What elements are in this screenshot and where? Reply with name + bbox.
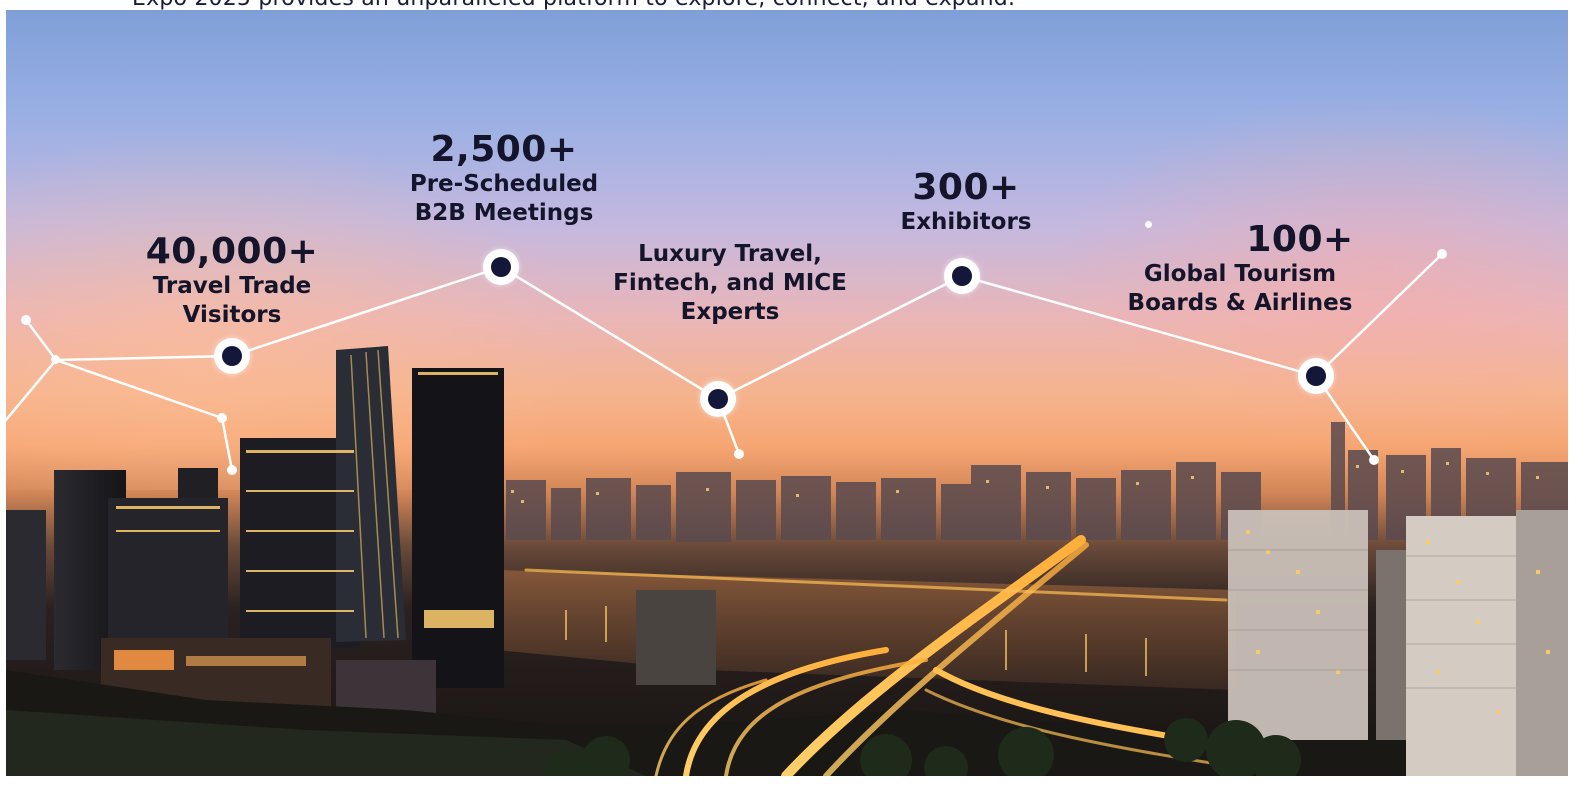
stat-label-line: Pre-Scheduled: [409, 171, 599, 197]
stat-number: 100+: [1246, 219, 1354, 260]
connector-endpoint-dot: [217, 413, 227, 423]
connector-endpoint-dot: [227, 465, 237, 475]
stat-node-exhibitors: [944, 258, 980, 294]
stat-visitors: 40,000+ Travel Trade Visitors: [132, 232, 332, 330]
city-skyline-illustration: [6, 346, 1568, 776]
stat-node-visitors: [214, 338, 250, 374]
stat-experts: Luxury Travel, Fintech, and MICE Experts: [602, 240, 858, 327]
intro-text-strip: Expo 2025 provides an unparalleled platf…: [0, 0, 1586, 10]
stat-label-line: Travel Trade: [152, 273, 312, 299]
stat-label-line: Global Tourism: [1143, 261, 1337, 287]
stat-number: 300+: [912, 167, 1020, 208]
connector-endpoint-dot: [21, 315, 31, 325]
connector-endpoint-dot: [1437, 249, 1447, 259]
stat-node-meetings: [483, 249, 519, 285]
stat-node-experts: [700, 381, 736, 417]
stat-label-line: Luxury Travel,: [638, 241, 822, 267]
stat-node-tourism-boards: [1298, 358, 1334, 394]
stat-tourism-boards: 100+ Global Tourism Boards & Airlines: [1110, 220, 1370, 318]
stat-exhibitors: 300+ Exhibitors: [886, 168, 1046, 237]
connector-endpoint-dot: [51, 355, 60, 364]
stat-label-line: Boards & Airlines: [1127, 290, 1353, 316]
connector-endpoint-dot: [1369, 455, 1379, 465]
stat-label-line: B2B Meetings: [414, 200, 594, 226]
stat-label-line: Visitors: [182, 302, 282, 328]
intro-text: Expo 2025 provides an unparalleled platf…: [132, 0, 1015, 10]
connector-endpoint-dot: [734, 449, 744, 459]
stat-label-line: Exhibitors: [900, 209, 1032, 235]
stat-label-line: Fintech, and MICE: [613, 270, 847, 296]
stat-number: 40,000+: [145, 231, 319, 272]
stat-label-line: Experts: [680, 299, 780, 325]
hero-image: 40,000+ Travel Trade Visitors 2,500+ Pre…: [6, 10, 1568, 776]
stat-meetings: 2,500+ Pre-Scheduled B2B Meetings: [394, 130, 614, 228]
stat-number: 2,500+: [430, 129, 578, 170]
